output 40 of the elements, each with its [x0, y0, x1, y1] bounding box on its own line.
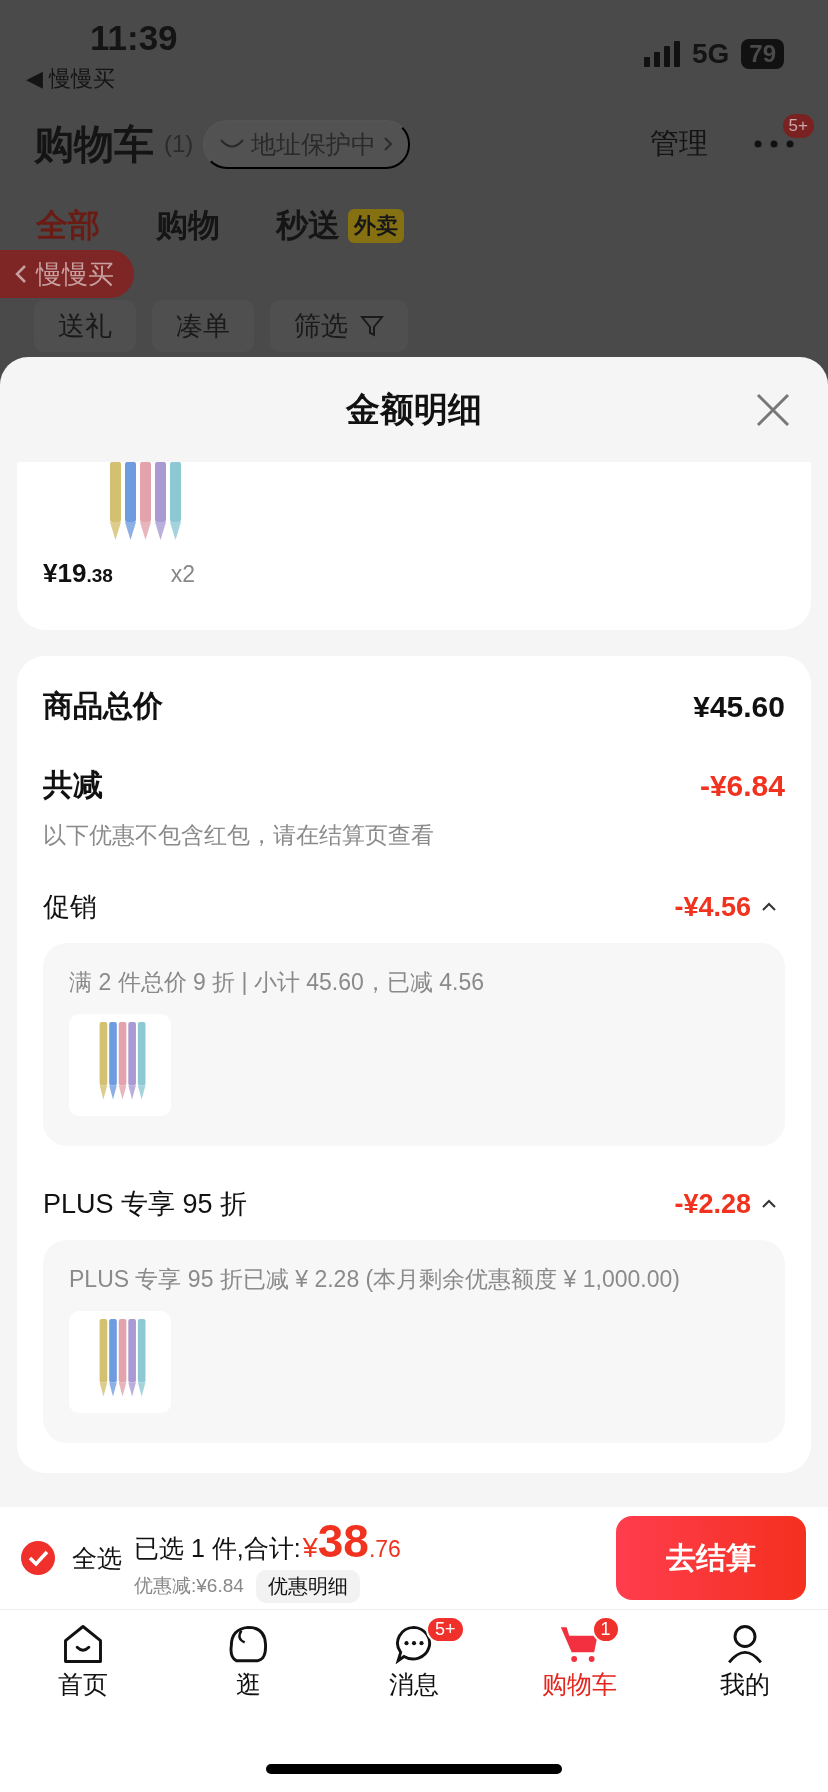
discount-value: -¥2.28: [674, 1188, 751, 1220]
notification-badge: 1: [591, 1616, 620, 1643]
chevron-right-icon: [382, 135, 395, 153]
total-value: ¥45.60: [693, 689, 785, 724]
nav-tab[interactable]: 消息 5+: [331, 1610, 497, 1702]
discount-detail: 满 2 件总价 9 折 | 小计 45.60，已减 4.56: [69, 968, 485, 997]
filter-icon: [360, 314, 384, 338]
close-icon[interactable]: [756, 393, 790, 427]
nav-tab[interactable]: 我的: [662, 1610, 828, 1702]
notification-badge: 5+: [426, 1616, 465, 1643]
notification-badge: 5+: [782, 114, 814, 138]
selected-summary: 已选 1 件,合计:: [134, 1532, 301, 1564]
quantity: x2: [170, 561, 196, 588]
discount-detail-button[interactable]: 优惠明细: [255, 1569, 360, 1603]
nav-tab[interactable]: 逛: [165, 1610, 332, 1702]
battery-indicator: 79: [741, 39, 784, 69]
discount-note: 以下优惠不包含红包，请在结算页查看: [43, 821, 435, 850]
saving-amount: 优惠减:¥6.84: [134, 1574, 244, 1598]
product-price: ¥19.38: [43, 558, 113, 589]
checkout-button[interactable]: 去结算: [616, 1516, 806, 1600]
back-arrow-icon[interactable]: ◀: [26, 66, 43, 92]
signal-icon: [643, 41, 680, 67]
reduction-value: -¥6.84: [699, 768, 785, 803]
sheet-title: 金额明细: [346, 388, 482, 430]
check-icon[interactable]: [20, 1540, 56, 1576]
reduction-label: 共减: [43, 767, 103, 803]
more-icon[interactable]: [754, 140, 794, 148]
back-app-button[interactable]: 慢慢买: [0, 250, 134, 298]
discount-label: 促销: [43, 891, 97, 924]
nav-tab[interactable]: 首页: [0, 1610, 166, 1702]
total-label: 商品总价: [43, 688, 163, 724]
select-all-checkbox[interactable]: 全选: [20, 1540, 122, 1576]
discount-value: -¥4.56: [674, 891, 751, 923]
nav-tab[interactable]: 购物车 1: [496, 1610, 663, 1702]
tag: 外卖: [348, 209, 404, 243]
discount-label: PLUS 专享 95 折: [43, 1188, 248, 1221]
chevron-up-icon[interactable]: [761, 902, 777, 912]
discount-detail: PLUS 专享 95 折已减 ¥ 2.28 (本月剩余优惠额度 ¥ 1,000.00): [69, 1265, 681, 1294]
chevron-up-icon[interactable]: [761, 1199, 777, 1209]
total-price: ¥38.76: [302, 1513, 401, 1568]
